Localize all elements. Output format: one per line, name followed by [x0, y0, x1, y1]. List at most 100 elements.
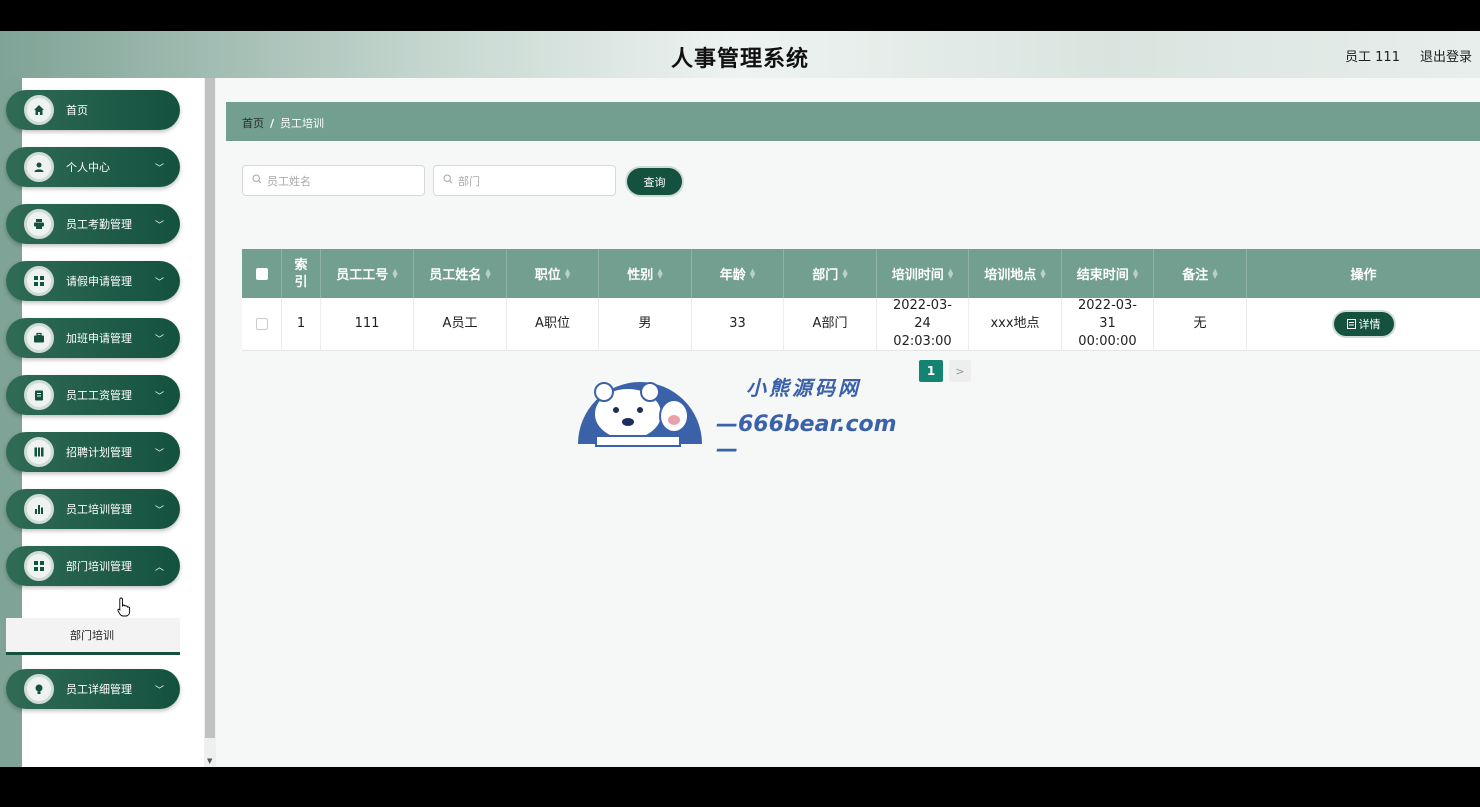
department-search[interactable] [433, 165, 616, 196]
sort-icon[interactable]: ▲ ▼ [1212, 267, 1217, 279]
column-label: 培训地点 [984, 268, 1037, 283]
sidebar-item-attendance[interactable]: 员工考勤管理 ﹀ [6, 204, 180, 244]
sidebar-item-label: 员工培训管理 [66, 503, 132, 516]
cell-remark: 无 [1154, 298, 1247, 350]
cell-index: 1 [282, 298, 321, 350]
sidebar-item-label: 员工工资管理 [66, 389, 132, 402]
chevron-down-icon: ﹀ [154, 220, 164, 231]
top-bar: 人事管理系统 员工 111 退出登录 [0, 31, 1480, 78]
logout-button[interactable]: 退出登录 [1420, 46, 1472, 65]
sort-icon[interactable]: ▲ ▼ [948, 267, 953, 279]
row-checkbox[interactable] [255, 318, 268, 330]
query-button[interactable]: 查询 [627, 168, 682, 195]
submenu-dept-training[interactable]: 部门培训 [6, 618, 180, 655]
sidebar-item-label: 请假申请管理 [66, 275, 132, 288]
next-page-button[interactable]: > [949, 360, 971, 382]
sidebar-item-recruitment[interactable]: 招聘计划管理 ﹀ [6, 432, 180, 472]
chevron-down-icon: ﹀ [154, 448, 164, 459]
app-title: 人事管理系统 [670, 47, 809, 72]
grid-icon [24, 551, 54, 581]
sort-icon[interactable]: ▲ ▼ [657, 267, 662, 279]
page-number[interactable]: 1 [919, 360, 943, 382]
sidebar-item-label: 加班申请管理 [66, 332, 132, 345]
breadcrumb-separator: / [270, 117, 275, 130]
select-all-cell [242, 249, 282, 298]
sidebar-item-employee-details[interactable]: 员工详细管理 ﹀ [6, 669, 180, 709]
bulb-icon [24, 674, 54, 704]
cell-name: A员工 [414, 298, 507, 350]
chevron-up-icon: ︿ [154, 562, 164, 573]
hand-cursor-icon [117, 597, 131, 617]
breadcrumb-current: 员工培训 [280, 117, 325, 130]
sidebar-item-label: 个人中心 [66, 161, 110, 174]
column-header-location[interactable]: 培训地点 ▲ ▼ [969, 249, 1062, 298]
sort-icon[interactable]: ▲ ▼ [842, 267, 847, 279]
cell-position: A职位 [507, 298, 599, 350]
detail-button[interactable]: 详情 [1333, 312, 1394, 336]
print-icon [24, 209, 54, 239]
user-icon [24, 152, 54, 182]
bear-logo-icon [578, 382, 702, 447]
sidebar-item-leave[interactable]: 请假申请管理 ﹀ [6, 261, 180, 301]
chevron-down-icon: ﹀ [154, 334, 164, 345]
table-row: 1 111 A员工 A职位 男 33 A部门 2022-03-24 02:03:… [242, 298, 1480, 351]
row-select-cell [242, 298, 282, 350]
sidebar-item-salary[interactable]: 员工工资管理 ﹀ [6, 375, 180, 415]
column-label: 员工姓名 [429, 268, 482, 283]
chevron-down-icon: ﹀ [154, 277, 164, 288]
briefcase-icon [24, 323, 54, 353]
app-screen: 人事管理系统 员工 111 退出登录 首页 个人中心 ﹀ 员工考勤管理 ﹀ 请假… [0, 31, 1480, 767]
department-input[interactable] [456, 171, 610, 191]
sidebar-scrollbar[interactable]: ▼ [204, 78, 216, 767]
sidebar-item-personal-center[interactable]: 个人中心 ﹀ [6, 147, 180, 187]
sort-icon[interactable]: ▲ ▼ [485, 267, 490, 279]
sidebar-item-label: 部门培训管理 [66, 560, 132, 573]
search-icon [443, 174, 453, 184]
column-header-age[interactable]: 年龄 ▲ ▼ [692, 249, 784, 298]
column-header-end-time[interactable]: 结束时间 ▲ ▼ [1062, 249, 1154, 298]
column-label: 备注 [1182, 268, 1209, 283]
sidebar-item-overtime[interactable]: 加班申请管理 ﹀ [6, 318, 180, 358]
sort-icon[interactable]: ▲ ▼ [1133, 267, 1138, 279]
breadcrumb-bar: 首页 / 员工培训 [226, 102, 1480, 141]
employee-name-input[interactable] [265, 171, 419, 191]
chevron-down-icon: ﹀ [154, 685, 164, 696]
sort-icon[interactable]: ▲ ▼ [392, 267, 397, 279]
document-icon [1346, 319, 1356, 329]
scroll-down-icon[interactable]: ▼ [207, 757, 212, 765]
column-header-dept[interactable]: 部门 ▲ ▼ [784, 249, 877, 298]
column-header-actions: 操作 [1350, 268, 1377, 283]
column-header-remark[interactable]: 备注 ▲ ▼ [1154, 249, 1247, 298]
sidebar-item-dept-training[interactable]: 部门培训管理 ︿ [6, 546, 180, 586]
watermark-url: —666bear.com— [716, 412, 897, 462]
chevron-down-icon: ﹀ [154, 391, 164, 402]
current-user[interactable]: 员工 111 [1345, 46, 1400, 65]
cell-train-time: 2022-03-24 02:03:00 [877, 298, 969, 350]
column-header-position[interactable]: 职位 ▲ ▼ [507, 249, 599, 298]
scrollbar-thumb[interactable] [205, 78, 215, 738]
cell-gender: 男 [599, 298, 692, 350]
cell-dept: A部门 [784, 298, 877, 350]
user-area: 员工 111 退出登录 [1345, 46, 1472, 65]
column-header-emp-no[interactable]: 员工工号 ▲ ▼ [321, 249, 414, 298]
sidebar: 首页 个人中心 ﹀ 员工考勤管理 ﹀ 请假申请管理 ﹀ 加班申请管理 ﹀ 员工工… [0, 78, 204, 767]
submenu-label: 部门培训 [70, 629, 114, 642]
column-header-name[interactable]: 员工姓名 ▲ ▼ [414, 249, 507, 298]
sidebar-item-employee-training[interactable]: 员工培训管理 ﹀ [6, 489, 180, 529]
sort-icon[interactable]: ▲ ▼ [1040, 267, 1045, 279]
employee-name-search[interactable] [242, 165, 425, 196]
chevron-down-icon: ﹀ [154, 163, 164, 174]
column-header-train-time[interactable]: 培训时间 ▲ ▼ [877, 249, 969, 298]
column-header-gender[interactable]: 性别 ▲ ▼ [599, 249, 692, 298]
column-label: 性别 [627, 268, 654, 283]
cell-emp-no: 111 [321, 298, 414, 350]
sort-icon[interactable]: ▲ ▼ [565, 267, 570, 279]
home-icon [24, 95, 54, 125]
sort-icon[interactable]: ▲ ▼ [750, 267, 755, 279]
sidebar-item-home[interactable]: 首页 [6, 90, 180, 130]
column-label: 结束时间 [1076, 268, 1129, 283]
breadcrumb: 首页 / 员工培训 [242, 115, 324, 131]
select-all-checkbox[interactable] [255, 267, 268, 280]
cell-actions: 详情 [1247, 298, 1480, 350]
breadcrumb-home[interactable]: 首页 [242, 117, 264, 130]
